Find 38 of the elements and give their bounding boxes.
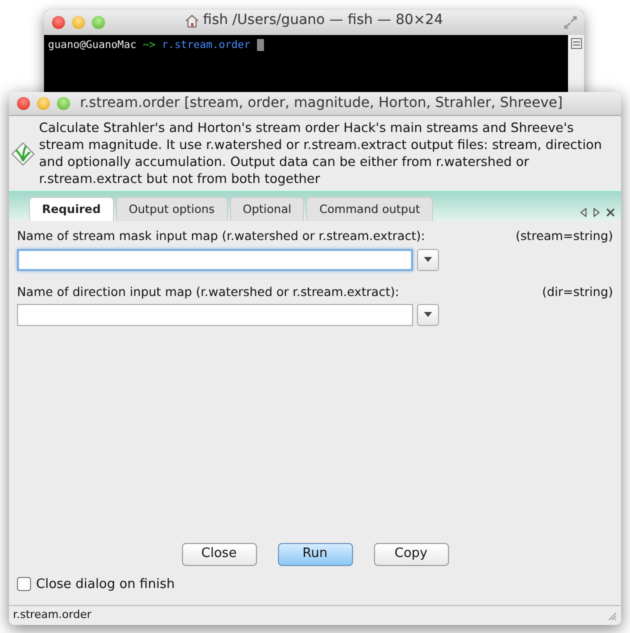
parameter-name: (stream=string)	[516, 228, 613, 246]
button[interactable]: Run	[278, 542, 352, 566]
tab[interactable]: Command output	[306, 197, 434, 222]
button[interactable]: Copy	[374, 542, 448, 566]
tab[interactable]: Required	[29, 197, 114, 222]
close-button[interactable]	[52, 16, 65, 29]
tab[interactable]: Output options	[116, 197, 228, 222]
parameter-name: (dir=string)	[542, 284, 613, 301]
prompt-text: guano@GuanoMac	[48, 39, 137, 51]
caret-icon	[424, 257, 432, 262]
window-title: fish /Users/guano — fish — 80×24	[203, 11, 443, 30]
dropdown-button[interactable]	[417, 304, 439, 326]
command-text: r.stream.order	[162, 39, 250, 51]
close-button[interactable]	[17, 97, 30, 110]
checkbox-label: Close dialog on finish	[36, 576, 175, 594]
tab[interactable]: Optional	[230, 197, 304, 222]
field-label: Name of direction input map (r.watershed or r.stream.extract):	[17, 284, 400, 301]
close-icon[interactable]	[606, 208, 615, 218]
input-field[interactable]	[17, 248, 413, 271]
field-label: Name of stream mask input map (r.watershed or r.stream.extract):	[17, 228, 426, 246]
dropdown-button[interactable]	[417, 248, 439, 271]
zoom-button[interactable]	[92, 16, 105, 29]
home-icon	[185, 14, 199, 28]
button[interactable]: Close	[182, 542, 256, 566]
module-description: Calculate Strahler's and Horton's stream order Hack's main streams and Shreeve's stream magnitude. It use r.watershed or r.stream.extract output files: stream, direction and optionally accumulation. Output data can be either from r.watershed or r.stream.extract but not from both together	[39, 120, 603, 188]
zoom-button[interactable]	[57, 97, 70, 110]
checkbox[interactable]	[17, 577, 31, 592]
scroll-right-icon[interactable]	[593, 208, 600, 218]
status-text: r.stream.order	[13, 607, 92, 624]
cursor	[256, 39, 264, 52]
input-field[interactable]	[17, 304, 413, 326]
fullscreen-icon[interactable]	[563, 15, 578, 30]
caret-icon	[424, 312, 432, 318]
scroll-split-icon[interactable]	[570, 38, 582, 49]
window-title: r.stream.order [stream, order, magnitude, Horton, Strahler, Shreeve]	[80, 94, 563, 113]
prompt-sign: ~>	[142, 39, 156, 51]
scroll-left-icon[interactable]	[580, 208, 587, 218]
resize-grip-icon[interactable]	[607, 610, 617, 620]
